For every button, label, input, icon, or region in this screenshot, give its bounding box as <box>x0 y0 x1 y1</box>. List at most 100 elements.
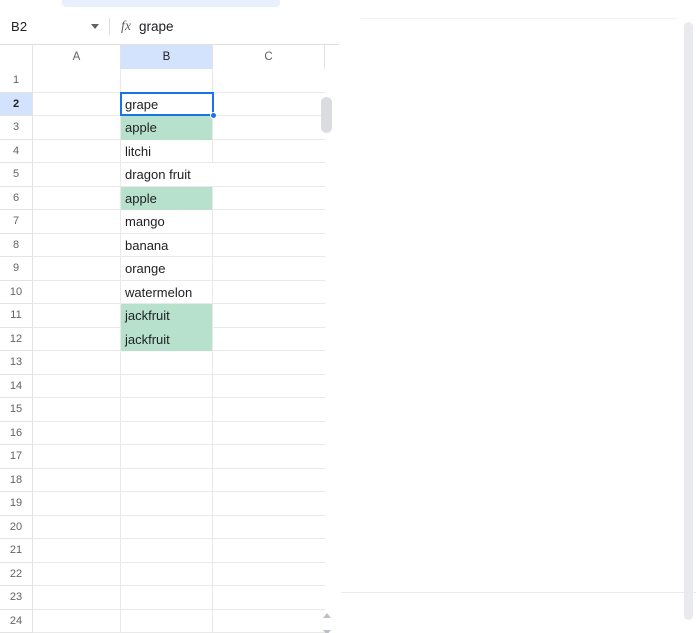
cell-A20[interactable] <box>33 515 121 539</box>
cell-C10[interactable] <box>213 281 325 305</box>
cell-C6[interactable] <box>213 187 325 211</box>
column-header-c[interactable]: C <box>213 45 325 69</box>
row-header-13[interactable]: 13 <box>0 351 33 375</box>
cell-A21[interactable] <box>33 539 121 563</box>
cell-B23[interactable] <box>121 586 213 610</box>
cell-B4[interactable]: litchi <box>121 139 213 163</box>
cell-C20[interactable] <box>213 516 325 540</box>
cell-C7[interactable] <box>213 210 325 234</box>
cell-C11[interactable] <box>213 304 325 328</box>
cell-C2[interactable] <box>213 93 325 117</box>
cell-B22[interactable] <box>121 562 213 586</box>
row-header-6[interactable]: 6 <box>0 186 33 210</box>
cell-B15[interactable] <box>121 398 213 422</box>
column-header-b[interactable]: B <box>121 45 213 69</box>
cell-A10[interactable] <box>33 280 121 304</box>
cell-A22[interactable] <box>33 562 121 586</box>
cell-B2[interactable]: grape <box>121 92 213 116</box>
cell-B16[interactable] <box>121 421 213 445</box>
row-header-4[interactable]: 4 <box>0 139 33 163</box>
cell-B14[interactable] <box>121 374 213 398</box>
cell-C9[interactable] <box>213 257 325 281</box>
row-header-5[interactable]: 5 <box>0 163 33 187</box>
cell-A23[interactable] <box>33 586 121 610</box>
cell-C13[interactable] <box>213 351 325 375</box>
cell-C19[interactable] <box>213 492 325 516</box>
column-header-a[interactable]: A <box>33 45 121 69</box>
row-header-16[interactable]: 16 <box>0 421 33 445</box>
cell-B24[interactable] <box>121 609 213 633</box>
cell-B20[interactable] <box>121 515 213 539</box>
cell-A13[interactable] <box>33 351 121 375</box>
cell-B6[interactable]: apple <box>121 186 213 210</box>
cell-C14[interactable] <box>213 375 325 399</box>
vertical-scrollbar-track[interactable] <box>321 97 332 633</box>
cell-A12[interactable] <box>33 327 121 351</box>
cell-A16[interactable] <box>33 421 121 445</box>
row-header-8[interactable]: 8 <box>0 233 33 257</box>
row-header-14[interactable]: 14 <box>0 374 33 398</box>
cell-A24[interactable] <box>33 609 121 633</box>
cell-C3[interactable] <box>213 116 325 140</box>
cell-C23[interactable] <box>213 586 325 610</box>
cell-B9[interactable]: orange <box>121 257 213 281</box>
row-header-23[interactable]: 23 <box>0 586 33 610</box>
row-header-17[interactable]: 17 <box>0 445 33 469</box>
name-box[interactable]: B2 <box>0 19 82 34</box>
cell-A19[interactable] <box>33 492 121 516</box>
cell-C15[interactable] <box>213 398 325 422</box>
scroll-down-arrow[interactable] <box>321 627 332 633</box>
cell-B8[interactable]: banana <box>121 233 213 257</box>
cell-A4[interactable] <box>33 139 121 163</box>
cell-A6[interactable] <box>33 186 121 210</box>
row-header-15[interactable]: 15 <box>0 398 33 422</box>
cell-A7[interactable] <box>33 210 121 234</box>
row-header-12[interactable]: 12 <box>0 327 33 351</box>
cell-B13[interactable] <box>121 351 213 375</box>
formula-bar-input[interactable]: grape <box>135 19 174 34</box>
row-header-7[interactable]: 7 <box>0 210 33 234</box>
cell-A2[interactable] <box>33 92 121 116</box>
row-header-3[interactable]: 3 <box>0 116 33 140</box>
cell-B7[interactable]: mango <box>121 210 213 234</box>
cell-B5[interactable]: dragon fruit <box>121 163 271 187</box>
cell-B11[interactable]: jackfruit <box>121 304 213 328</box>
row-header-2[interactable]: 2 <box>0 92 33 116</box>
cell-A9[interactable] <box>33 257 121 281</box>
cell-A1[interactable] <box>33 69 121 93</box>
cell-B18[interactable] <box>121 468 213 492</box>
cell-C1[interactable] <box>213 69 325 93</box>
row-header-19[interactable]: 19 <box>0 492 33 516</box>
row-header-18[interactable]: 18 <box>0 468 33 492</box>
cell-C17[interactable] <box>213 445 325 469</box>
cell-A17[interactable] <box>33 445 121 469</box>
cell-A18[interactable] <box>33 468 121 492</box>
fill-handle[interactable] <box>210 111 217 119</box>
row-header-24[interactable]: 24 <box>0 609 33 633</box>
row-header-9[interactable]: 9 <box>0 257 33 281</box>
cell-B3[interactable]: apple <box>121 116 213 140</box>
cell-C21[interactable] <box>213 539 325 563</box>
cell-C24[interactable] <box>213 610 325 633</box>
cell-B17[interactable] <box>121 445 213 469</box>
row-header-21[interactable]: 21 <box>0 539 33 563</box>
cell-A8[interactable] <box>33 233 121 257</box>
cell-C16[interactable] <box>213 422 325 446</box>
select-all-corner[interactable] <box>0 45 33 69</box>
cell-C12[interactable] <box>213 328 325 352</box>
name-box-dropdown-icon[interactable] <box>82 24 108 29</box>
row-header-11[interactable]: 11 <box>0 304 33 328</box>
scroll-up-arrow[interactable] <box>321 610 332 621</box>
cell-A14[interactable] <box>33 374 121 398</box>
cell-A3[interactable] <box>33 116 121 140</box>
vertical-scrollbar-thumb[interactable] <box>321 97 332 133</box>
cell-C18[interactable] <box>213 469 325 493</box>
cell-C22[interactable] <box>213 563 325 587</box>
cell-C4[interactable] <box>213 140 325 164</box>
cell-A15[interactable] <box>33 398 121 422</box>
cell-B21[interactable] <box>121 539 213 563</box>
cell-A11[interactable] <box>33 304 121 328</box>
row-header-10[interactable]: 10 <box>0 280 33 304</box>
panel-scrollbar[interactable] <box>684 22 693 620</box>
cell-B1[interactable] <box>121 69 213 93</box>
